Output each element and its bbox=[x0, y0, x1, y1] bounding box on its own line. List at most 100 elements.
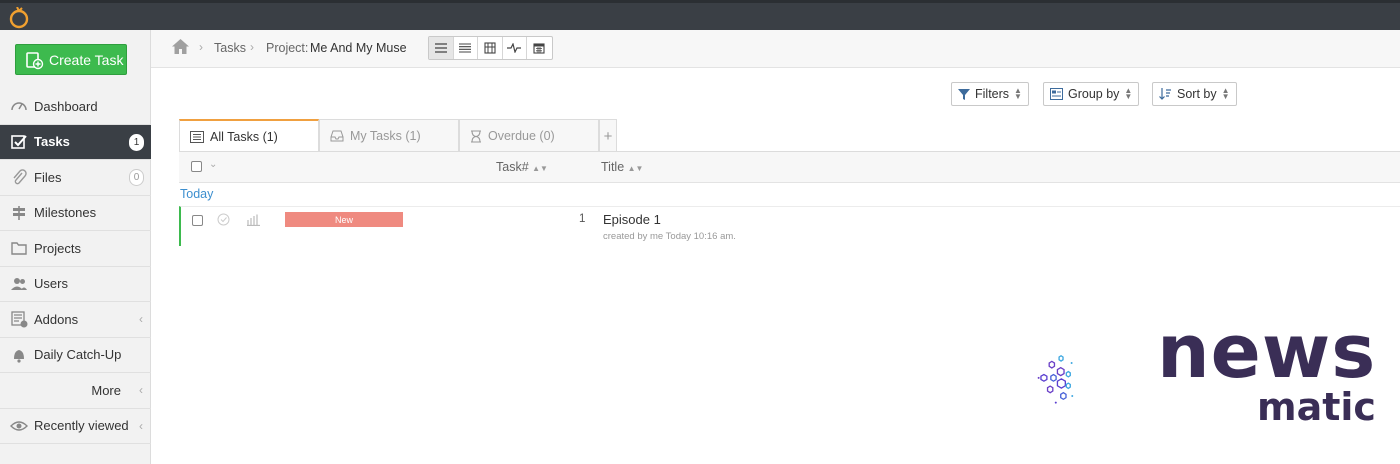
tab-label: My Tasks (1) bbox=[350, 129, 421, 143]
pulse-icon bbox=[507, 43, 522, 53]
sidebar-nav: Dashboard Tasks 1 Files 0 Milestones Pro… bbox=[0, 89, 151, 444]
sidebar-item-label: Files bbox=[34, 169, 62, 185]
sort-by-label: Sort by bbox=[1177, 87, 1217, 101]
tab-label: All Tasks (1) bbox=[210, 129, 278, 144]
sidebar-item-users[interactable]: Users bbox=[0, 267, 151, 302]
sidebar-item-label: Addons bbox=[34, 311, 79, 327]
sort-caret-icon: ▲▼ bbox=[1221, 86, 1230, 101]
compact-list-icon bbox=[459, 43, 472, 53]
eye-icon bbox=[10, 417, 28, 435]
priority-bars-icon[interactable] bbox=[247, 214, 260, 226]
breadcrumb-project-prefix: Project: bbox=[266, 41, 309, 55]
sidebar-item-tasks[interactable]: Tasks 1 bbox=[0, 124, 151, 160]
group-by-button[interactable]: Group by ▲ ▼ bbox=[1043, 82, 1140, 106]
sort-caret-icon: ▲▼ bbox=[532, 164, 548, 173]
breadcrumb-tasks-link[interactable]: Tasks bbox=[214, 41, 246, 55]
brand-wordmark-matic: matic bbox=[1257, 385, 1376, 429]
calendar-view-button[interactable] bbox=[527, 37, 552, 59]
sidebar-item-label: More bbox=[91, 382, 121, 398]
sort-caret-icon: ▲▼ bbox=[627, 164, 644, 173]
calendar-icon bbox=[533, 43, 545, 54]
select-all-checkbox[interactable] bbox=[191, 161, 202, 175]
column-header-task-num[interactable]: Task# ▲▼ bbox=[496, 160, 548, 174]
sidebar-item-recently-viewed[interactable]: Recently viewed ‹ bbox=[0, 409, 151, 444]
sidebar-item-files[interactable]: Files 0 bbox=[0, 160, 151, 196]
sidebar-item-dashboard[interactable]: Dashboard bbox=[0, 89, 151, 125]
complete-check-icon[interactable] bbox=[217, 213, 230, 226]
sidebar: Create Task Dashboard Tasks 1 Files 0 Mi… bbox=[0, 30, 151, 464]
chevron-left-icon: ‹ bbox=[139, 418, 143, 433]
group-icon bbox=[1050, 88, 1063, 100]
task-number: 1 bbox=[579, 213, 586, 225]
task-title-link[interactable]: Episode 1 bbox=[603, 212, 661, 227]
app-logo-icon[interactable] bbox=[8, 7, 30, 29]
task-tabs: All Tasks (1) My Tasks (1) Overdue (0) + bbox=[179, 119, 617, 152]
breadcrumb-separator-icon: › bbox=[199, 40, 203, 54]
chevron-left-icon: ‹ bbox=[139, 312, 143, 326]
breadcrumb: › Tasks › Project: Me And My Muse bbox=[151, 30, 1400, 68]
column-label: Task# bbox=[496, 160, 529, 174]
chevron-down-icon[interactable]: ⌄ bbox=[209, 159, 217, 170]
compact-list-view-button[interactable] bbox=[454, 37, 478, 59]
sidebar-item-daily-catch-up[interactable]: Daily Catch-Up bbox=[0, 338, 151, 373]
brand-wordmark-news: news bbox=[1157, 309, 1377, 395]
sidebar-item-addons[interactable]: Addons ‹ bbox=[0, 302, 151, 338]
sidebar-item-label: Users bbox=[34, 276, 68, 292]
folder-icon bbox=[10, 239, 28, 257]
addons-icon bbox=[10, 310, 28, 328]
add-task-icon bbox=[26, 51, 44, 69]
sidebar-item-label: Recently viewed bbox=[34, 418, 129, 434]
table-row[interactable]: New 1 Episode 1 created by me Today 10:1… bbox=[179, 206, 1400, 246]
sidebar-item-label: Tasks bbox=[34, 134, 70, 150]
create-task-label: Create Task bbox=[49, 51, 124, 68]
sidebar-item-more[interactable]: More ‹ bbox=[0, 373, 151, 409]
users-icon bbox=[10, 275, 28, 293]
filters-label: Filters bbox=[975, 87, 1010, 101]
gauge-icon bbox=[10, 97, 28, 115]
sort-caret-icon: ▲▼ bbox=[1014, 86, 1022, 101]
row-checkbox[interactable] bbox=[192, 213, 203, 231]
tab-my-tasks[interactable]: My Tasks (1) bbox=[319, 119, 459, 152]
group-label-today: Today bbox=[180, 187, 214, 201]
inbox-icon bbox=[330, 130, 344, 142]
tab-all-tasks[interactable]: All Tasks (1) bbox=[179, 119, 319, 152]
funnel-icon bbox=[958, 89, 970, 100]
group-by-label: Group by bbox=[1068, 87, 1120, 101]
board-icon bbox=[484, 42, 496, 54]
add-tab-button[interactable]: + bbox=[599, 119, 617, 152]
home-icon[interactable] bbox=[171, 38, 190, 55]
list-view-button[interactable] bbox=[429, 37, 454, 59]
sidebar-item-projects[interactable]: Projects bbox=[0, 231, 151, 267]
bell-icon bbox=[10, 346, 28, 364]
breadcrumb-separator-icon: › bbox=[250, 40, 254, 54]
sidebar-item-label: Daily Catch-Up bbox=[34, 347, 122, 363]
tab-overdue[interactable]: Overdue (0) bbox=[459, 119, 599, 152]
hourglass-icon bbox=[471, 129, 481, 143]
status-badge[interactable]: New bbox=[285, 212, 403, 227]
activity-view-button[interactable] bbox=[503, 37, 527, 59]
task-meta: created by me Today 10:16 am. bbox=[603, 231, 736, 242]
sidebar-item-milestones[interactable]: Milestones bbox=[0, 196, 151, 231]
table-header: ⌄ Task# ▲▼ Title ▲▼ bbox=[179, 151, 1400, 183]
column-header-title[interactable]: Title ▲▼ bbox=[601, 160, 643, 174]
list-icon bbox=[434, 43, 447, 53]
sort-icon bbox=[1159, 88, 1171, 100]
newsmatic-logo bbox=[1037, 354, 1074, 404]
chevron-left-icon: ‹ bbox=[139, 383, 143, 397]
sidebar-item-label: Dashboard bbox=[34, 98, 98, 114]
signpost-icon bbox=[10, 204, 28, 222]
column-label: Title bbox=[601, 160, 625, 174]
view-switcher bbox=[428, 36, 553, 60]
board-view-button[interactable] bbox=[478, 37, 503, 59]
breadcrumb-project-name[interactable]: Me And My Muse bbox=[310, 41, 407, 55]
create-task-button[interactable]: Create Task bbox=[15, 44, 127, 75]
sort-by-button[interactable]: Sort by ▲ ▼ bbox=[1152, 82, 1237, 106]
checklist-icon bbox=[10, 133, 28, 151]
sidebar-item-label: Projects bbox=[34, 240, 81, 256]
files-count-badge: 0 bbox=[129, 169, 144, 186]
top-bar bbox=[0, 0, 1400, 30]
sidebar-item-label: Milestones bbox=[34, 205, 97, 221]
sort-caret-icon: ▲▼ bbox=[1124, 86, 1133, 101]
paperclip-icon bbox=[10, 168, 28, 186]
filters-button[interactable]: Filters ▲ ▼ bbox=[951, 82, 1029, 106]
